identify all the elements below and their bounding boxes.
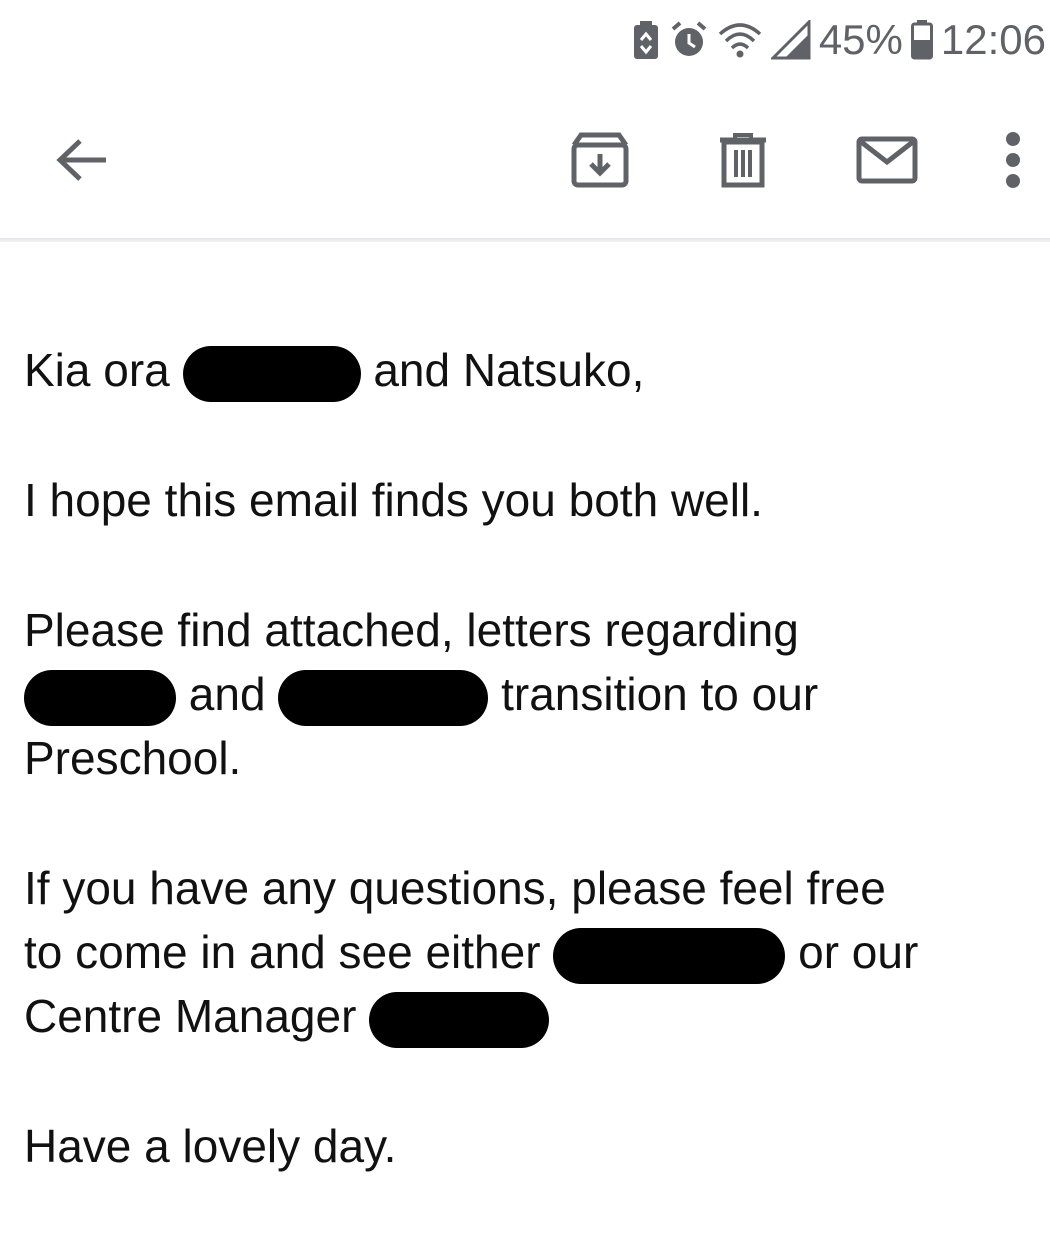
- delete-icon: [720, 133, 766, 188]
- questions-text-1: If you have any questions, please feel f…: [24, 862, 886, 914]
- questions-text-4: Centre Manager: [24, 990, 357, 1042]
- attachment-text-2: and: [188, 668, 266, 720]
- redacted-name: [278, 669, 489, 726]
- more-options-button[interactable]: [963, 95, 1050, 225]
- redacted-name: [182, 345, 361, 402]
- email-body: Kia ora and Natsuko, I hope this email f…: [24, 338, 1034, 1244]
- greeting-end: and Natsuko,: [373, 344, 645, 396]
- status-bar: 45% 12:06: [0, 0, 1050, 80]
- battery-percent: 45%: [818, 16, 903, 63]
- email-toolbar: [0, 95, 1050, 225]
- greeting: Kia ora and Natsuko,: [24, 338, 1034, 402]
- toolbar-divider: [0, 238, 1050, 242]
- redacted-name: [369, 991, 550, 1048]
- greeting-start: Kia ora: [24, 344, 170, 396]
- redacted-name: [24, 669, 176, 726]
- delete-button[interactable]: [693, 95, 793, 225]
- battery-icon: [910, 20, 933, 60]
- hope-line: I hope this email finds you both well.: [24, 474, 763, 526]
- back-arrow-icon: [56, 139, 106, 181]
- attachment-text-1: Please find attached, letters regarding: [24, 604, 799, 656]
- questions-text-3: or our: [798, 926, 919, 978]
- wifi-icon: [717, 20, 763, 60]
- attachment-text-4: Preschool.: [24, 732, 242, 784]
- closing-line: Have a lovely day.: [24, 1120, 397, 1172]
- battery-saver-icon: [631, 20, 661, 60]
- mark-unread-icon: [856, 136, 918, 184]
- archive-button[interactable]: [550, 95, 650, 225]
- questions-paragraph: If you have any questions, please feel f…: [24, 856, 1034, 1048]
- redacted-name: [553, 927, 786, 984]
- archive-icon: [571, 132, 629, 188]
- back-button[interactable]: [32, 95, 132, 225]
- clock-time: 12:06: [940, 16, 1046, 63]
- questions-text-2: to come in and see either: [24, 926, 541, 978]
- cell-signal-icon: [770, 20, 811, 60]
- alarm-icon: [669, 20, 709, 60]
- mark-unread-button[interactable]: [837, 95, 937, 225]
- more-vert-icon: [1006, 132, 1020, 188]
- attachment-paragraph: Please find attached, letters regarding …: [24, 598, 1034, 790]
- attachment-text-3: transition to our: [501, 668, 819, 720]
